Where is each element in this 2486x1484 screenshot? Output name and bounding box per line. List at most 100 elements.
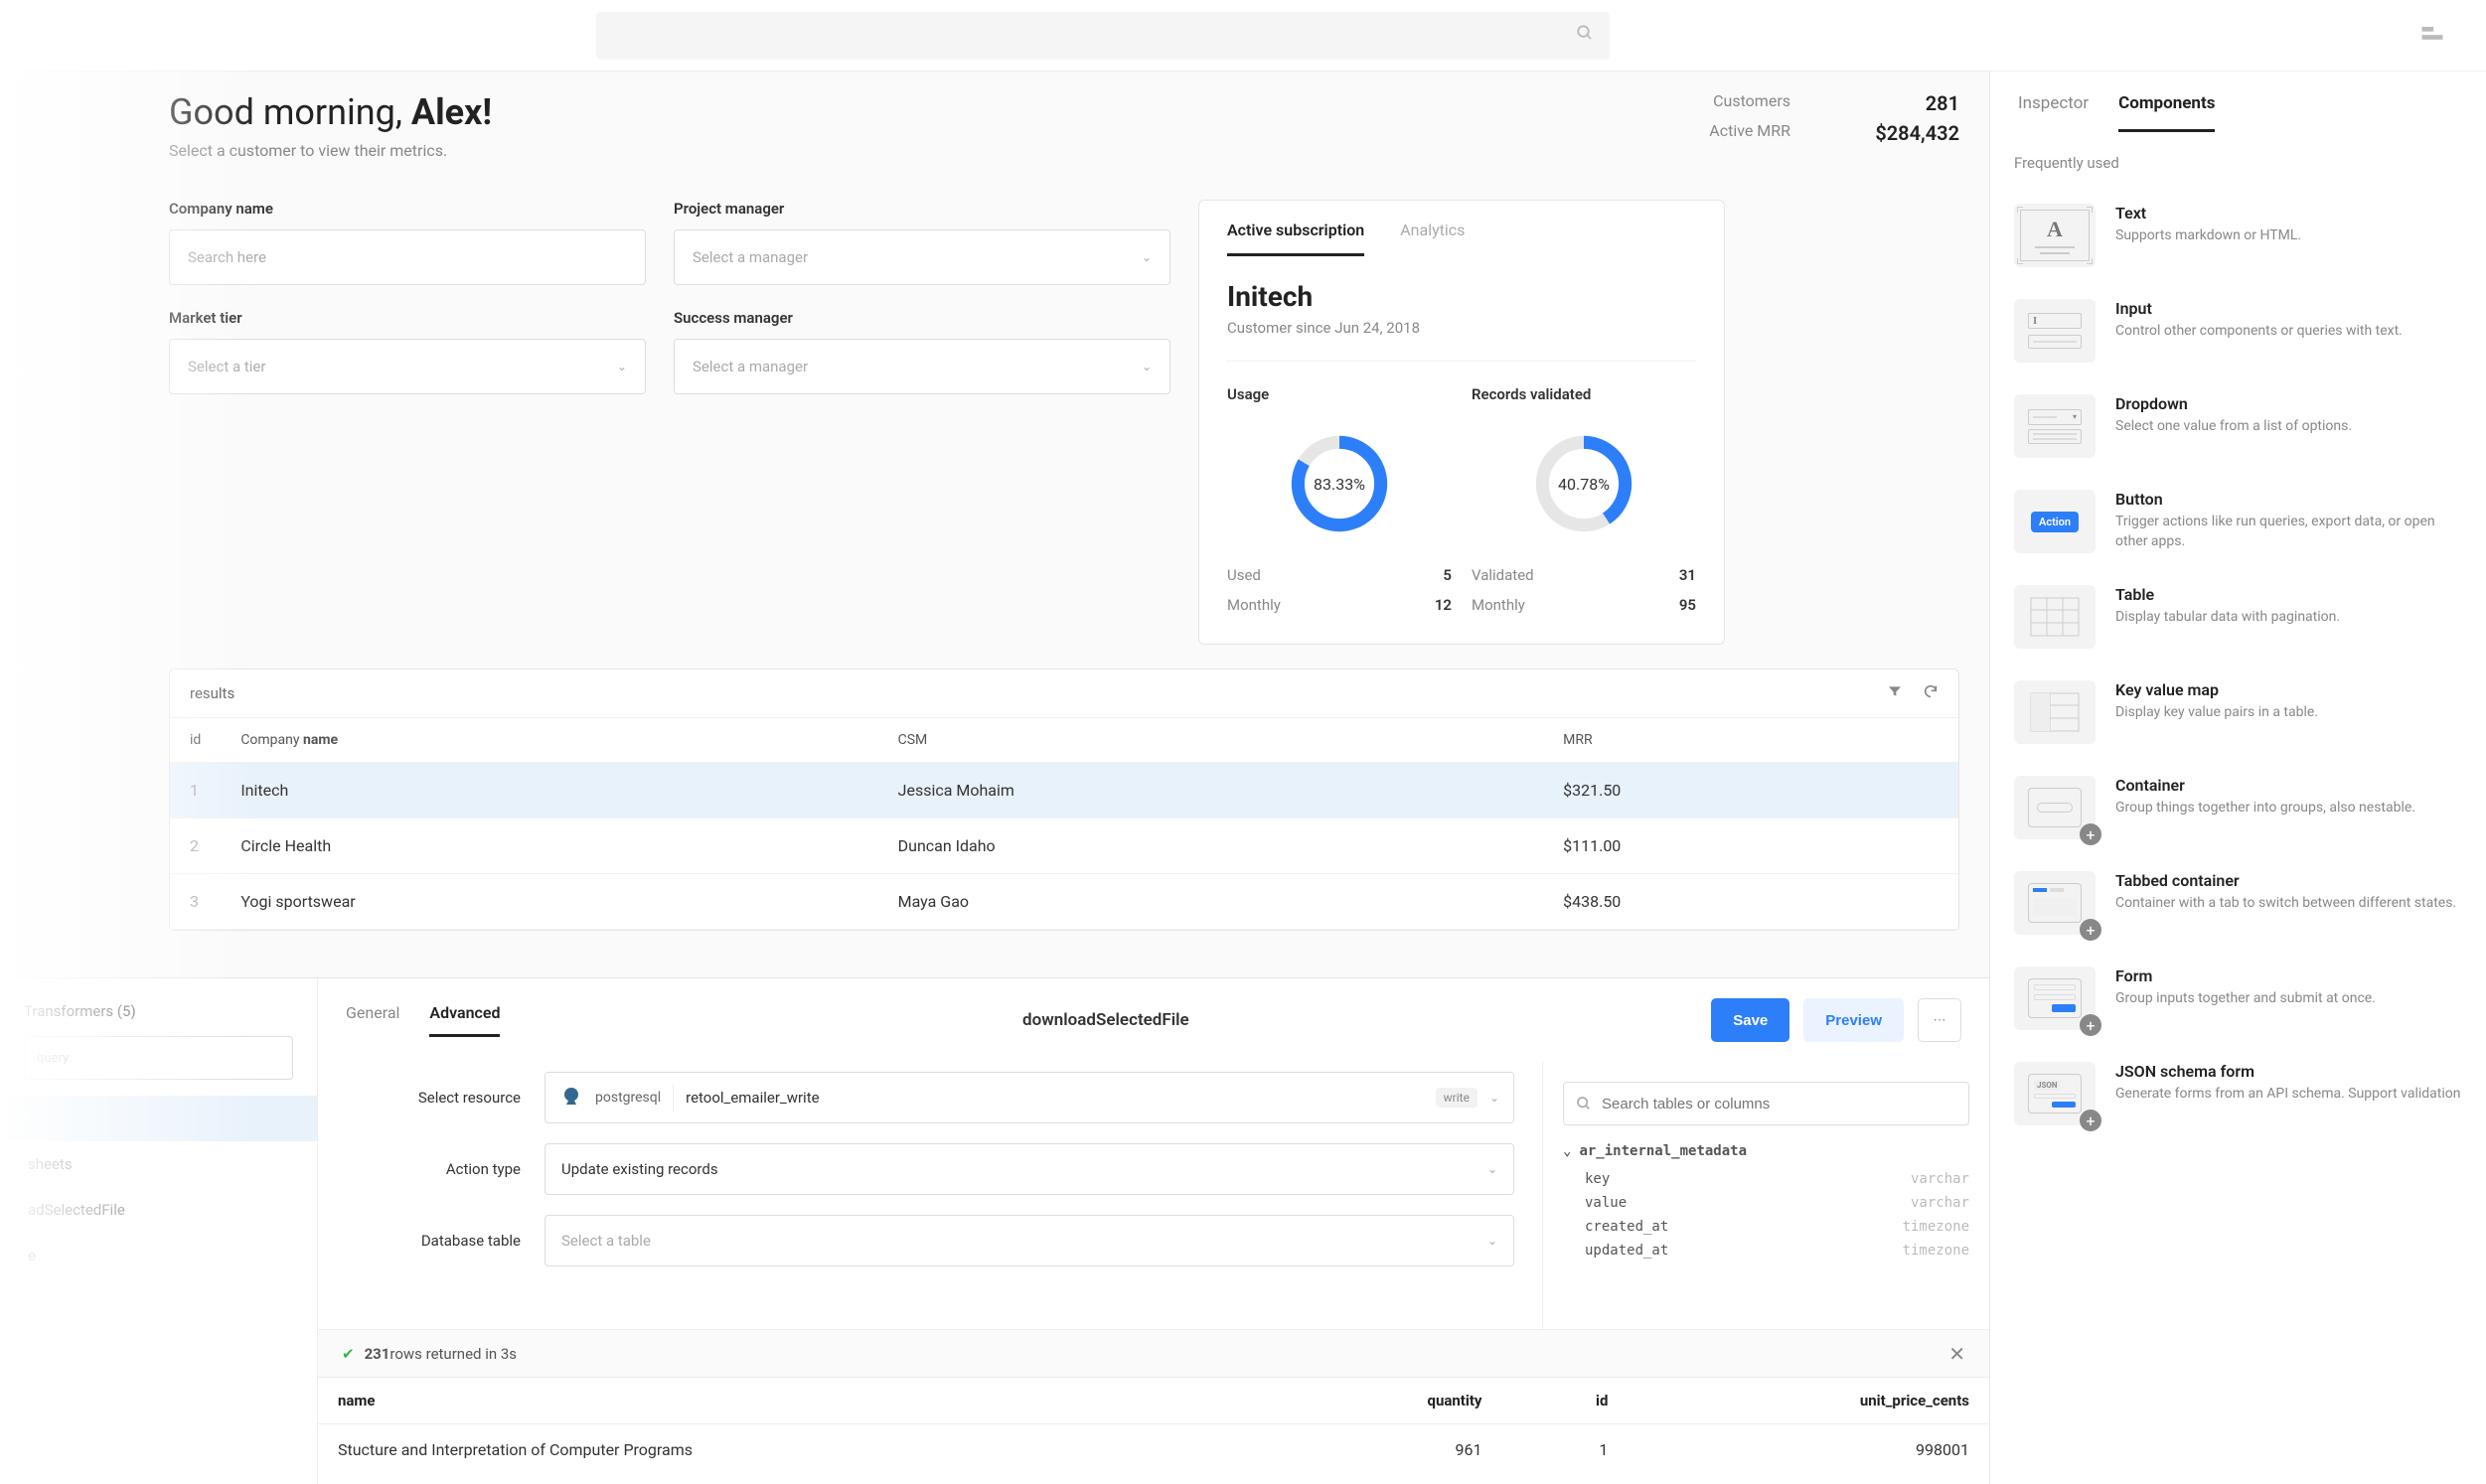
- component-item-json[interactable]: JSON+JSON schema formGenerate forms from…: [2014, 1046, 2462, 1141]
- bottom-panel: Transformers (5) query sheetsadSelectedF…: [0, 977, 1989, 1484]
- tab-components[interactable]: Components: [2118, 93, 2215, 132]
- component-item-container[interactable]: +ContainerGroup things together into gro…: [2014, 760, 2462, 855]
- component-item-dropdown[interactable]: ▾DropdownSelect one value from a list of…: [2014, 378, 2462, 474]
- tree-column[interactable]: keyvarchar: [1563, 1167, 1969, 1191]
- filter-icon[interactable]: [1887, 683, 1903, 703]
- table-icon: [2014, 585, 2096, 649]
- records-monthly-value: 95: [1679, 596, 1696, 614]
- tabbed-icon: +: [2014, 871, 2096, 935]
- container-icon: +: [2014, 776, 2096, 839]
- col-company[interactable]: Company name: [221, 718, 877, 763]
- pm-label: Project manager: [674, 200, 1170, 218]
- records-pct: 40.78%: [1558, 475, 1610, 494]
- stat-mrr-label: Active MRR: [1671, 121, 1790, 145]
- data-grid: name quantity id unit_price_cents Stuctu…: [318, 1377, 1989, 1484]
- table-select[interactable]: Select a table⌄: [544, 1215, 1514, 1266]
- action-label: Action type: [346, 1160, 544, 1178]
- col-id[interactable]: id: [170, 718, 221, 763]
- component-item-button[interactable]: ActionButtonTrigger actions like run que…: [2014, 474, 2462, 569]
- json-icon: JSON+: [2014, 1062, 2096, 1125]
- resource-name: retool_emailer_write: [686, 1089, 1424, 1107]
- records-title: Records validated: [1472, 385, 1696, 403]
- table-row[interactable]: 3Yogi sportswearMaya Gao$438.50: [170, 874, 1958, 930]
- chevron-down-icon: ⌄: [1489, 1091, 1499, 1105]
- global-search-input[interactable]: [612, 28, 1576, 44]
- sm-label: Success manager: [674, 309, 1170, 327]
- search-icon: [1576, 1096, 1592, 1112]
- form-icon: +: [2014, 966, 2096, 1030]
- component-item-input[interactable]: IInputControl other components or querie…: [2014, 283, 2462, 378]
- dg-col-upc[interactable]: unit_price_cents: [1628, 1378, 1989, 1424]
- query-title: downloadSelectedFile: [500, 1010, 1711, 1030]
- tree-node[interactable]: ⌄ar_internal_metadata: [1563, 1143, 1969, 1159]
- list-item[interactable]: sheets: [0, 1141, 317, 1187]
- greeting-title: Good morning, Alex!: [169, 91, 492, 133]
- status-bar: ✔ 231 rows returned in 3s ✕: [318, 1329, 1989, 1377]
- tab-general[interactable]: General: [346, 1003, 399, 1037]
- usage-monthly-label: Monthly: [1227, 596, 1281, 614]
- columns-search[interactable]: [1563, 1082, 1969, 1125]
- sm-select[interactable]: Select a manager⌄: [674, 339, 1170, 394]
- more-icon[interactable]: ⋯: [1918, 998, 1961, 1042]
- query-search[interactable]: query: [24, 1036, 293, 1080]
- panels-icon[interactable]: [2418, 20, 2446, 52]
- component-item-form[interactable]: +FormGroup inputs together and submit at…: [2014, 951, 2462, 1046]
- tab-active-subscription[interactable]: Active subscription: [1227, 221, 1364, 256]
- dg-col-quantity[interactable]: quantity: [1273, 1378, 1501, 1424]
- chevron-down-icon: ⌄: [1563, 1143, 1571, 1159]
- dg-col-name[interactable]: name: [318, 1378, 1273, 1424]
- refresh-icon[interactable]: [1923, 683, 1939, 703]
- company-label: Company name: [169, 200, 646, 218]
- tab-transformers[interactable]: Transformers (5): [24, 1002, 136, 1020]
- used-label: Used: [1227, 566, 1261, 584]
- chevron-down-icon: ⌄: [617, 360, 627, 373]
- tab-inspector[interactable]: Inspector: [2018, 93, 2089, 132]
- dropdown-icon: ▾: [2014, 394, 2096, 458]
- tree-column[interactable]: created_attimezone: [1563, 1215, 1969, 1239]
- used-value: 5: [1443, 566, 1452, 584]
- table-row[interactable]: 1InitechJessica Mohaim$321.50: [170, 763, 1958, 818]
- action-select[interactable]: Update existing records⌄: [544, 1143, 1514, 1195]
- list-item[interactable]: e: [0, 1233, 317, 1278]
- postgresql-icon: [559, 1086, 583, 1110]
- preview-button[interactable]: Preview: [1803, 998, 1904, 1042]
- list-item[interactable]: [0, 1096, 317, 1141]
- columns-search-input[interactable]: [1602, 1096, 1956, 1113]
- tab-analytics[interactable]: Analytics: [1400, 221, 1465, 256]
- table-row[interactable]: Stucture and Interpretation of Computer …: [318, 1424, 1989, 1476]
- component-item-text[interactable]: ATextSupports markdown or HTML.: [2014, 188, 2462, 283]
- col-mrr[interactable]: MRR: [1543, 718, 1958, 763]
- subscription-company: Initech: [1227, 280, 1696, 313]
- resource-select[interactable]: postgresql retool_emailer_write write ⌄: [544, 1072, 1514, 1123]
- tier-select[interactable]: Select a tier⌄: [169, 339, 646, 394]
- dg-col-id[interactable]: id: [1501, 1378, 1628, 1424]
- company-search-input[interactable]: Search here: [169, 229, 646, 285]
- stat-customers-value: 281: [1830, 91, 1959, 115]
- validated-label: Validated: [1472, 566, 1534, 584]
- tree-column[interactable]: valuevarchar: [1563, 1191, 1969, 1215]
- status-text: rows returned in 3s: [389, 1345, 517, 1363]
- close-icon[interactable]: ✕: [1948, 1342, 1965, 1366]
- save-button[interactable]: Save: [1711, 998, 1789, 1042]
- plus-icon: +: [2080, 919, 2101, 941]
- tab-advanced[interactable]: Advanced: [429, 1003, 500, 1037]
- components-section-title: Frequently used: [2014, 154, 2462, 172]
- component-item-tabbed[interactable]: +Tabbed containerContainer with a tab to…: [2014, 855, 2462, 951]
- component-item-kvmap[interactable]: Key value mapDisplay key value pairs in …: [2014, 665, 2462, 760]
- tree-column[interactable]: updated_attimezone: [1563, 1239, 1969, 1262]
- kvmap-icon: [2014, 680, 2096, 744]
- table-row[interactable]: 2Circle HealthDuncan Idaho$111.00: [170, 818, 1958, 874]
- chevron-down-icon: ⌄: [1487, 1162, 1497, 1176]
- list-item[interactable]: adSelectedFile: [0, 1187, 317, 1233]
- col-csm[interactable]: CSM: [878, 718, 1544, 763]
- component-item-table[interactable]: TableDisplay tabular data with paginatio…: [2014, 569, 2462, 665]
- status-count: 231: [365, 1345, 390, 1363]
- validated-value: 31: [1679, 566, 1696, 584]
- resource-mode: write: [1436, 1088, 1477, 1108]
- pm-select[interactable]: Select a manager⌄: [674, 229, 1170, 285]
- stat-customers-label: Customers: [1671, 91, 1790, 115]
- global-search[interactable]: [596, 12, 1610, 60]
- subscription-panel: Active subscription Analytics Initech Cu…: [1198, 200, 1725, 645]
- check-icon: ✔: [342, 1345, 355, 1363]
- tier-label: Market tier: [169, 309, 646, 327]
